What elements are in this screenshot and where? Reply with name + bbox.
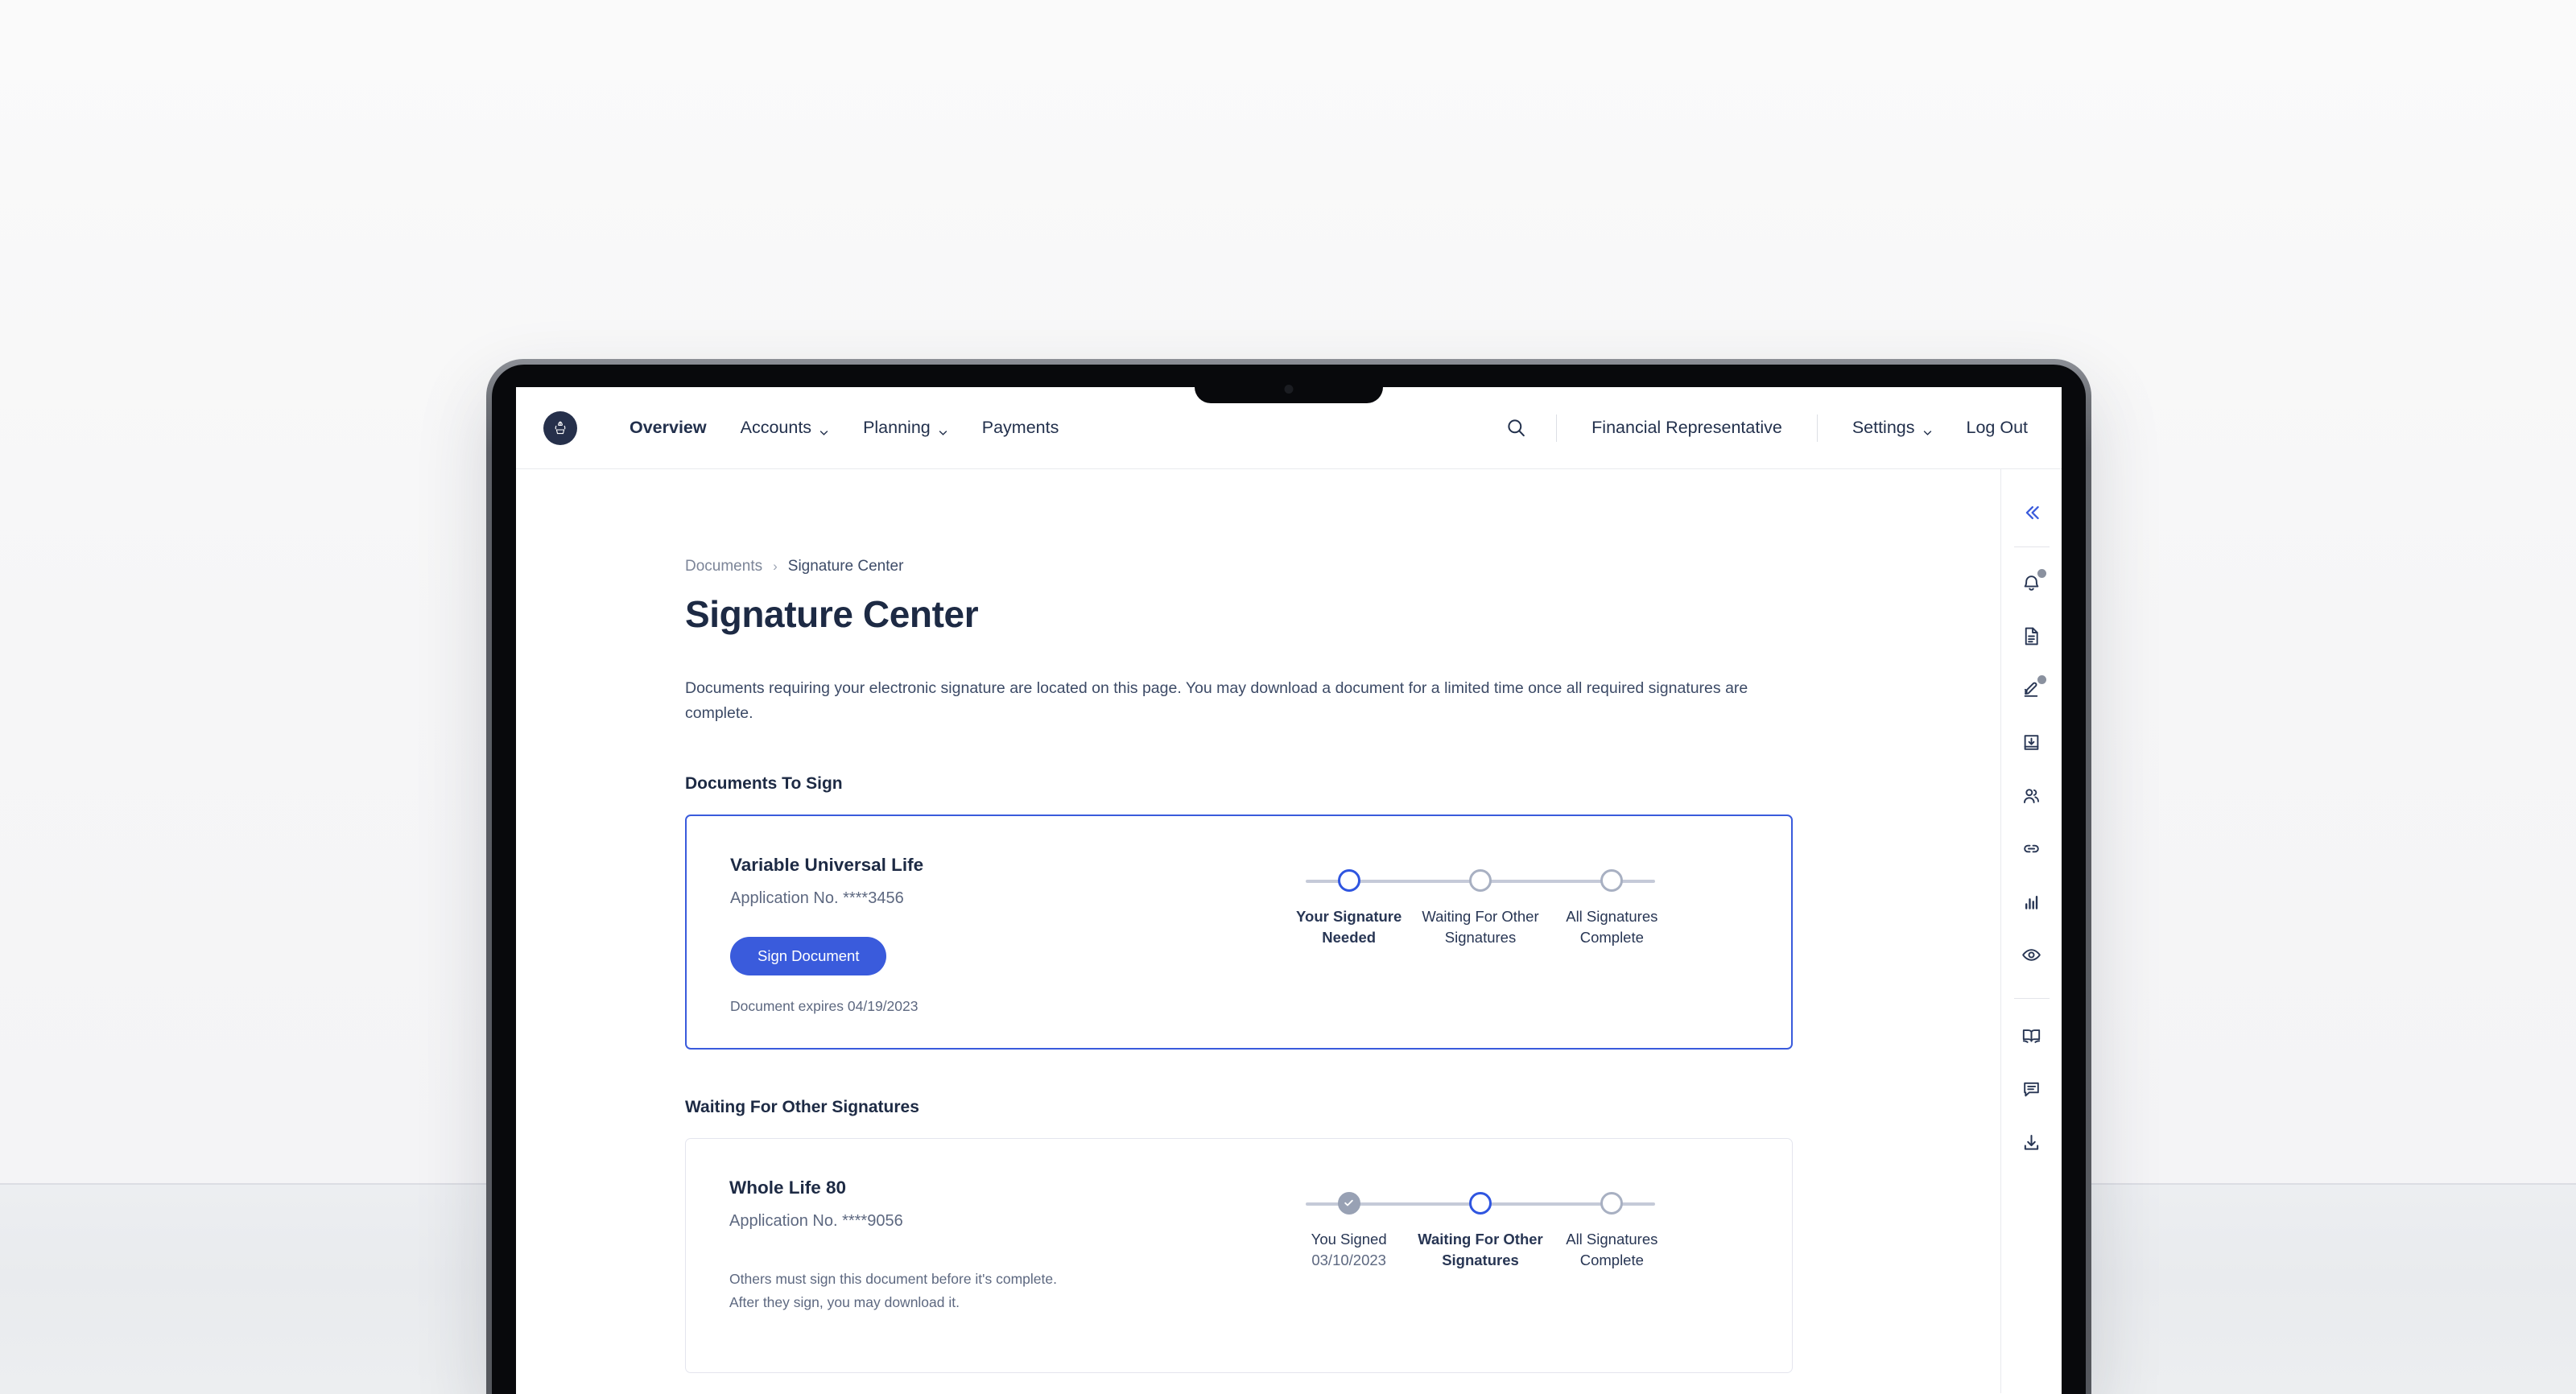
rail-item-documents[interactable]: [2011, 615, 2053, 657]
document-name: Whole Life 80: [729, 1177, 847, 1198]
nav-item-label: Planning: [863, 418, 931, 437]
rail-item-reports[interactable]: [2011, 881, 2053, 922]
sign-document-button[interactable]: Sign Document: [730, 936, 887, 975]
step-dot-active: [1468, 1191, 1492, 1215]
bar-chart-icon: [2025, 895, 2038, 909]
rail-item-messages[interactable]: [2011, 1068, 2053, 1110]
chat-icon: [2024, 1082, 2039, 1096]
breadcrumb-separator-icon: ›: [773, 559, 778, 574]
rail-item-notifications[interactable]: [2011, 562, 2053, 604]
step-dot-done: [1337, 1191, 1360, 1215]
document-application-number: Application No. ****3456: [730, 889, 904, 907]
brand-crest-icon[interactable]: [543, 410, 577, 445]
rail-item-inbox[interactable]: [2011, 721, 2053, 763]
nav-item-overview[interactable]: Overview: [613, 418, 724, 438]
secondary-nav-items: Financial Representative Settings Log Ou…: [1494, 414, 2033, 442]
document-name: Variable Universal Life: [730, 854, 924, 875]
right-utility-rail: [2000, 469, 2062, 1393]
document-status-note-line-2: After they sign, you may download it.: [729, 1293, 960, 1310]
step-label: Waiting For Other Signatures: [1418, 1230, 1543, 1268]
stepper-step: Waiting For Other Signatures: [1414, 1191, 1546, 1272]
rail-item-download[interactable]: [2011, 1121, 2053, 1163]
chevron-down-icon: [1922, 423, 1933, 435]
browser-screen: Overview Accounts Planning Payments Fina…: [516, 387, 2062, 1394]
breadcrumb-parent[interactable]: Documents: [685, 558, 762, 575]
stepper-step: You Signed 03/10/2023: [1283, 1191, 1414, 1272]
nav-divider: [1556, 414, 1558, 442]
breadcrumb-current: Signature Center: [787, 558, 904, 575]
rail-item-preview[interactable]: [2011, 934, 2053, 975]
document-application-number: Application No. ****9056: [729, 1211, 903, 1230]
stepper-step: Your Signature Needed: [1283, 868, 1414, 949]
nav-item-planning[interactable]: Planning: [846, 418, 965, 438]
document-status-note: Others must sign this document before it…: [729, 1268, 1169, 1315]
webcam-icon: [1284, 385, 1294, 394]
rail-item-library[interactable]: [2011, 1015, 2053, 1057]
rail-item-signature[interactable]: [2011, 668, 2053, 710]
step-dot-todo: [1600, 868, 1624, 892]
check-icon: [1344, 1199, 1353, 1206]
card-details: Whole Life 80 Application No. ****9056 O…: [686, 1139, 1169, 1372]
collapse-rail-button[interactable]: [2011, 492, 2053, 534]
step-label: All Signatures Complete: [1566, 907, 1658, 946]
signature-progress-stepper: Your Signature Needed Waiting For Other …: [1170, 816, 1791, 1048]
signature-badge: [2037, 675, 2046, 684]
page-title: Signature Center: [685, 593, 979, 635]
nav-item-log-out[interactable]: Log Out: [1950, 418, 2033, 438]
primary-nav-items: Overview Accounts Planning Payments: [613, 418, 1075, 438]
document-card-whole-life-80[interactable]: Whole Life 80 Application No. ****9056 O…: [685, 1137, 1793, 1373]
page-body: Documents › Signature Center Signature C…: [516, 469, 2062, 1393]
eye-icon: [2022, 948, 2041, 961]
chevron-down-icon: [938, 423, 948, 435]
signature-progress-stepper: You Signed 03/10/2023 Waiting For Other …: [1169, 1139, 1792, 1372]
download-icon: [2024, 1134, 2039, 1150]
main-content: Documents › Signature Center Signature C…: [516, 469, 2000, 1393]
nav-item-accounts[interactable]: Accounts: [724, 418, 846, 438]
document-card-variable-universal-life[interactable]: Variable Universal Life Application No. …: [685, 814, 1793, 1050]
inbox-download-icon: [2024, 734, 2039, 750]
rail-item-people[interactable]: [2011, 774, 2053, 816]
nav-item-label: Accounts: [740, 418, 812, 437]
stepper-step: All Signatures Complete: [1546, 1191, 1678, 1272]
nav-item-financial-representative[interactable]: Financial Representative: [1575, 418, 1799, 438]
step-label: You Signed: [1311, 1230, 1387, 1248]
rail-item-links[interactable]: [2011, 827, 2053, 869]
nav-item-payments[interactable]: Payments: [965, 418, 1076, 438]
nav-item-label: Settings: [1852, 418, 1915, 437]
chevrons-left-icon: [2025, 505, 2039, 520]
breadcrumb: Documents › Signature Center: [685, 558, 1828, 575]
step-label: All Signatures Complete: [1566, 1230, 1658, 1268]
step-dot-todo: [1600, 1191, 1624, 1215]
step-date: 03/10/2023: [1311, 1251, 1386, 1268]
rail-divider: [2013, 546, 2050, 547]
nav-item-label: Log Out: [1966, 418, 2029, 437]
document-status-note-line-1: Others must sign this document before it…: [729, 1270, 1057, 1287]
nav-divider: [1816, 414, 1818, 442]
page-intro-text: Documents requiring your electronic sign…: [685, 679, 1748, 722]
chevron-down-icon: [819, 423, 829, 435]
people-icon: [2023, 788, 2040, 803]
document-expiry-note: Document expires 04/19/2023: [730, 997, 919, 1014]
stepper-step: Waiting For Other Signatures: [1414, 868, 1546, 949]
notification-badge: [2037, 569, 2046, 578]
laptop-device: Overview Accounts Planning Payments Fina…: [486, 359, 2091, 1394]
nav-item-label: Overview: [630, 418, 707, 437]
nav-item-settings[interactable]: Settings: [1835, 418, 1950, 438]
step-label: Waiting For Other Signatures: [1422, 907, 1539, 946]
step-label: Your Signature Needed: [1296, 907, 1402, 946]
document-icon: [2025, 627, 2038, 645]
section-heading-waiting-for-other-signatures: Waiting For Other Signatures: [685, 1097, 919, 1116]
nav-item-label: Financial Representative: [1591, 418, 1782, 437]
step-dot-todo: [1468, 868, 1492, 892]
nav-item-label: Payments: [981, 418, 1059, 437]
section-heading-documents-to-sign: Documents To Sign: [685, 773, 843, 793]
laptop-notch: [1195, 365, 1383, 403]
link-icon: [2024, 844, 2039, 852]
stepper-step: All Signatures Complete: [1546, 868, 1678, 949]
rail-divider: [2013, 998, 2050, 999]
step-dot-active: [1337, 868, 1360, 892]
card-details: Variable Universal Life Application No. …: [687, 816, 1170, 1048]
book-icon: [2022, 1029, 2041, 1043]
search-icon[interactable]: [1494, 417, 1538, 439]
